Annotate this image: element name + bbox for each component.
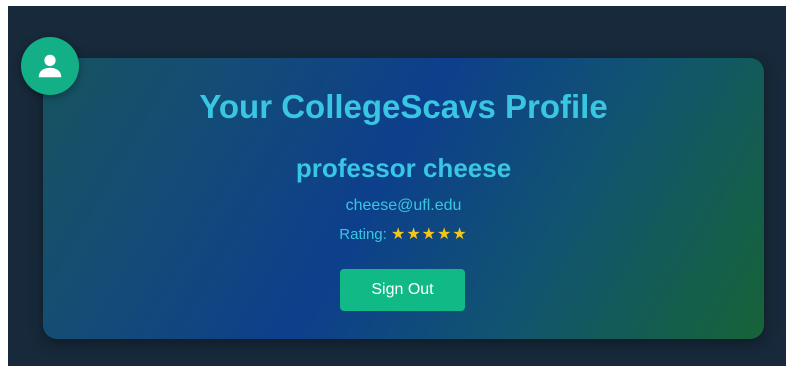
sign-out-button[interactable]: Sign Out [340, 269, 465, 311]
profile-card: Your CollegeScavs Profile professor chee… [43, 58, 764, 339]
profile-email: cheese@ufl.edu [345, 197, 462, 214]
user-icon [38, 54, 62, 78]
rating-stars: ★★★★★ [390, 226, 468, 243]
profile-username: professor cheese [295, 153, 512, 183]
app-background: Your CollegeScavs Profile professor chee… [8, 6, 786, 366]
rating-label: Rating: [339, 226, 387, 243]
page-title: Your CollegeScavs Profile [199, 88, 608, 125]
avatar [21, 37, 79, 95]
profile-rating: Rating: ★★★★★ [43, 225, 764, 245]
